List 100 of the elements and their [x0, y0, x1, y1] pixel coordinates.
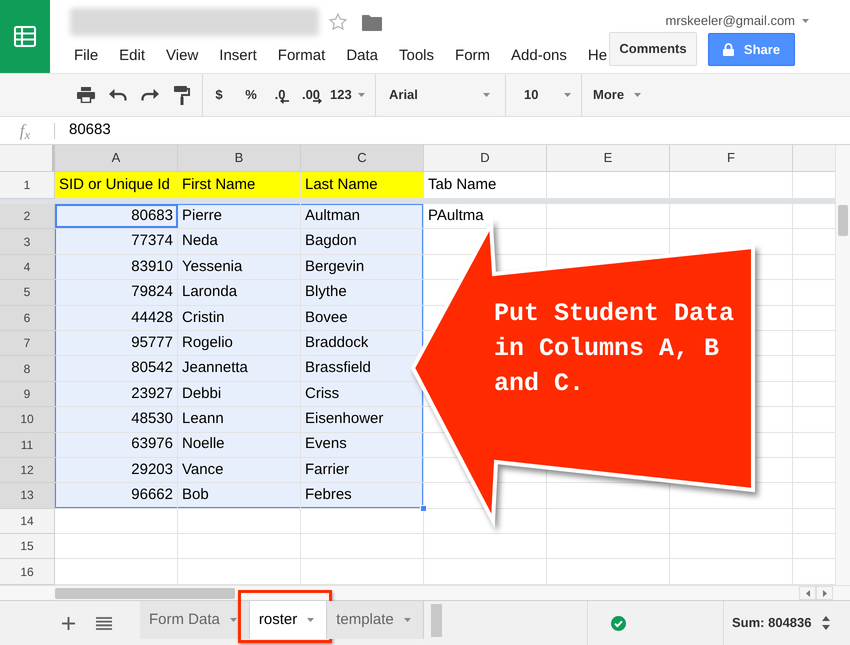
row-header[interactable]: 4 — [0, 254, 55, 280]
caret-icon — [564, 93, 571, 97]
table-cell: 80542 — [55, 356, 178, 381]
table-cell: Debbi — [178, 382, 301, 406]
table-cell: 63976 — [55, 432, 178, 457]
plus-icon — [62, 616, 74, 630]
number-format-dropdown[interactable]: 123 — [327, 74, 375, 116]
table-cell: 96662 — [55, 483, 178, 508]
table-cell: 23927 — [55, 382, 178, 406]
row-header[interactable]: 1 — [0, 172, 55, 199]
table-cell: Bagdon — [301, 229, 424, 254]
table-cell: Cristin — [178, 306, 301, 330]
formula-input[interactable]: 80683 — [55, 117, 850, 144]
row-header[interactable]: 9 — [0, 382, 55, 408]
menu-item[interactable]: Tools — [399, 48, 434, 62]
decrease-decimals-button[interactable]: .0 — [267, 74, 297, 116]
tab-scrollbar-thumb[interactable] — [430, 604, 442, 637]
percent-button[interactable]: % — [235, 74, 267, 116]
column-header[interactable]: D — [424, 145, 547, 172]
caret-icon — [634, 93, 642, 97]
increase-decimals-button[interactable]: .00 — [297, 74, 327, 116]
table-cell: 77374 — [55, 229, 178, 254]
menu-item[interactable]: Data — [346, 48, 378, 62]
row-header[interactable]: 15 — [0, 534, 55, 560]
scrollbar-thumb[interactable] — [55, 588, 235, 598]
row-header[interactable]: 3 — [0, 229, 55, 255]
column-header[interactable]: A — [55, 145, 178, 172]
table-cell: SID or Unique Id — [55, 172, 178, 198]
menu-item[interactable]: File — [74, 48, 98, 62]
row-header[interactable]: 12 — [0, 458, 55, 484]
scroll-left-button[interactable] — [799, 586, 816, 600]
table-cell: Bob — [178, 483, 301, 508]
sheet-tab[interactable]: roster — [250, 601, 328, 639]
column-header[interactable]: E — [547, 145, 670, 172]
row-header[interactable]: 14 — [0, 508, 55, 534]
table-cell: Blythe — [301, 280, 424, 305]
menu-item[interactable]: He — [588, 48, 608, 62]
callout-text: Put Student Data in Columns A, B and C. — [494, 298, 736, 400]
menu-item[interactable]: Add-ons — [511, 48, 567, 62]
print-icon — [77, 87, 95, 103]
table-cell: First Name — [178, 172, 301, 198]
menu-item[interactable]: Format — [278, 48, 326, 62]
table-cell: Bovee — [301, 306, 424, 330]
caret-icon — [802, 18, 809, 23]
table-cell: 48530 — [55, 407, 178, 432]
caret-icon — [307, 618, 314, 622]
triangle-left-icon — [806, 590, 810, 596]
row-header[interactable]: 10 — [0, 407, 55, 433]
table-cell: Neda — [178, 229, 301, 254]
menu-item[interactable]: Edit — [119, 48, 146, 62]
row-header[interactable]: 13 — [0, 483, 55, 509]
folder-icon — [362, 14, 382, 30]
row-header[interactable]: 8 — [0, 356, 55, 382]
column-header[interactable]: C — [301, 145, 424, 172]
sheet-tab[interactable]: Form Data — [140, 601, 250, 639]
redo-icon — [141, 89, 159, 101]
menu-item[interactable]: Insert — [219, 48, 257, 62]
table-cell: Leann — [178, 407, 301, 432]
paint-roller-icon — [174, 86, 190, 104]
row-header[interactable]: 7 — [0, 330, 55, 356]
column-header[interactable]: F — [670, 145, 793, 172]
table-cell: 95777 — [55, 330, 178, 356]
table-cell: Febres — [301, 483, 424, 508]
up-down-arrows-icon — [822, 616, 830, 630]
row-header[interactable]: 11 — [0, 432, 55, 458]
more-dropdown[interactable]: More — [582, 74, 648, 116]
vertical-scrollbar[interactable] — [835, 145, 850, 585]
table-cell: Bergevin — [301, 254, 424, 280]
list-icon — [96, 616, 112, 630]
triangle-right-icon — [822, 590, 826, 596]
table-cell: Yessenia — [178, 254, 301, 280]
table-cell: Eisenhower — [301, 407, 424, 432]
arrow-right-icon — [313, 98, 322, 104]
currency-button[interactable]: $ — [203, 74, 235, 116]
sum-selector[interactable]: Sum: 804836 — [723, 601, 850, 645]
column-header[interactable]: B — [178, 145, 301, 172]
row-header[interactable]: 5 — [0, 280, 55, 306]
font-size-dropdown[interactable]: 10 — [506, 74, 581, 116]
menu-item[interactable]: View — [166, 48, 198, 62]
menu-item[interactable]: Form — [455, 48, 490, 62]
table-cell: Rogelio — [178, 330, 301, 356]
table-cell: 83910 — [55, 254, 178, 280]
row-header[interactable]: 6 — [0, 306, 55, 331]
table-cell: Laronda — [178, 280, 301, 305]
font-dropdown[interactable]: Arial — [376, 74, 505, 116]
table-cell: Last Name — [301, 172, 424, 198]
table-cell: Aultman — [301, 204, 424, 228]
scroll-right-button[interactable] — [816, 586, 833, 600]
account-email[interactable]: mrskeeler@gmail.com — [666, 11, 795, 30]
table-cell: 29203 — [55, 458, 178, 482]
row-header[interactable]: 2 — [0, 204, 55, 230]
table-cell: Vance — [178, 458, 301, 482]
sheet-tab[interactable]: template — [327, 601, 424, 639]
table-cell: Criss — [301, 382, 424, 406]
undo-icon — [109, 89, 127, 101]
row-header[interactable]: 16 — [0, 559, 55, 585]
comments-button[interactable]: Comments — [609, 32, 697, 66]
table-cell: Pierre — [178, 204, 301, 228]
function-label: f$_{x}$ — [18, 120, 32, 144]
scrollbar-thumb[interactable] — [838, 205, 848, 236]
